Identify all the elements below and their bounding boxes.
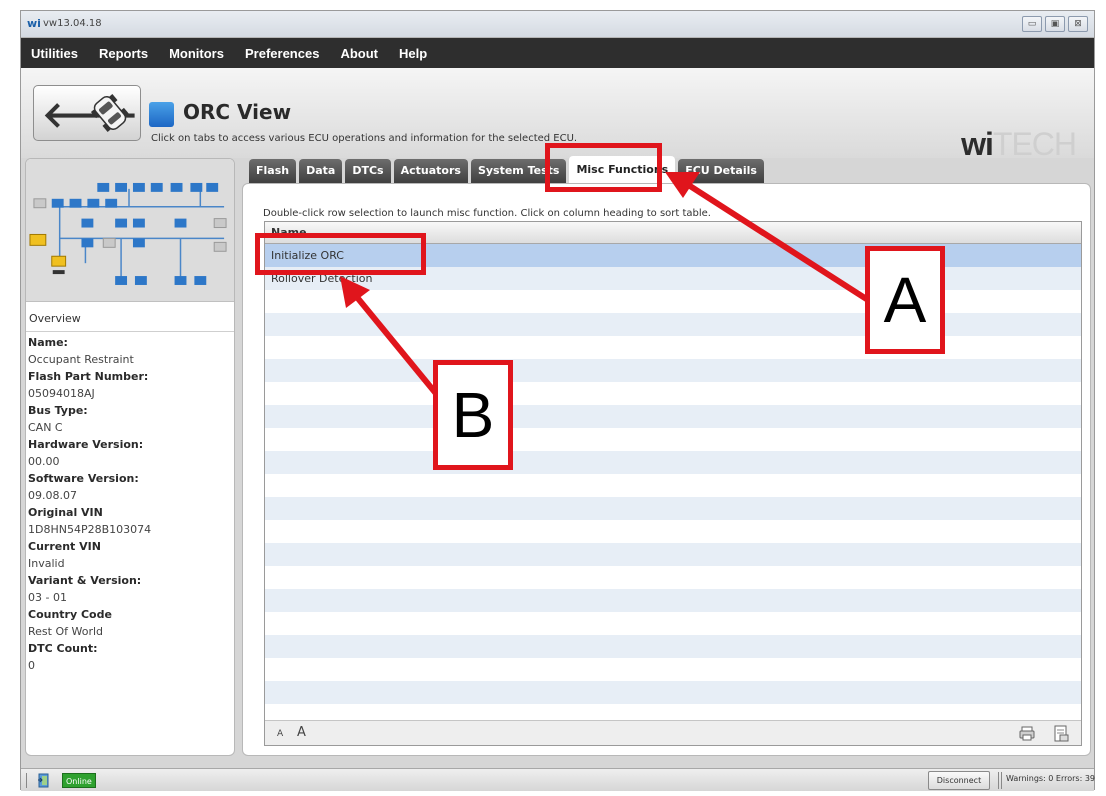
- initialize-orc-row-highlight: [255, 233, 426, 275]
- callout-label-a: A: [865, 246, 945, 354]
- callout-label-b: B: [433, 360, 513, 470]
- misc-functions-tab-highlight: [545, 143, 662, 192]
- annotation-arrows: [340, 172, 870, 398]
